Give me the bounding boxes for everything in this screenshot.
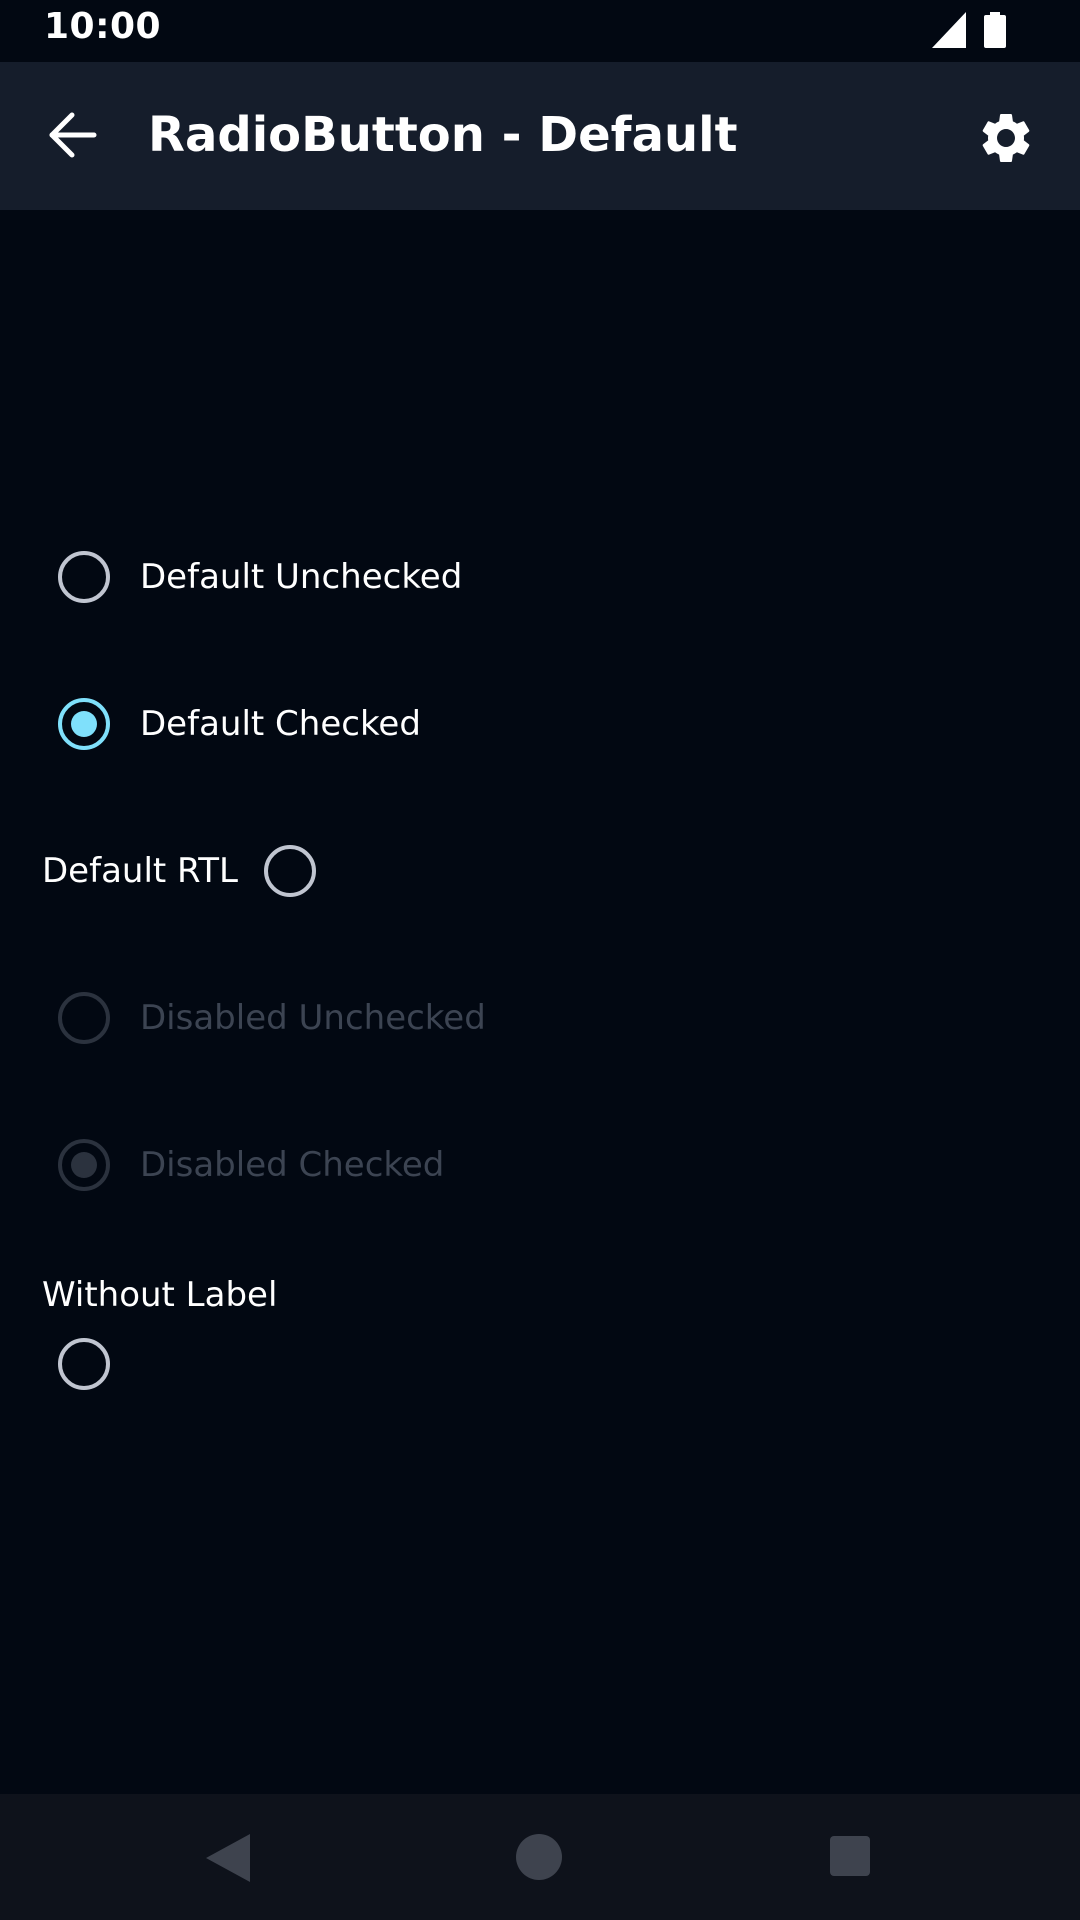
radio-button[interactable] <box>58 1338 110 1390</box>
radio-button-disabled-checked <box>58 1139 110 1191</box>
radio-default-unchecked[interactable]: Default Unchecked <box>58 537 462 617</box>
radio-label: Default Checked <box>140 704 421 744</box>
radio-default-rtl[interactable]: Default RTL <box>42 831 316 911</box>
radio-button[interactable] <box>58 551 110 603</box>
signal-icon <box>932 12 966 48</box>
radio-button[interactable] <box>263 845 316 897</box>
page-title: RadioButton - Default <box>148 107 738 163</box>
nav-back-icon[interactable] <box>206 1834 250 1882</box>
radio-dot <box>71 711 97 737</box>
status-time: 10:00 <box>44 6 162 47</box>
radio-button-checked[interactable] <box>58 698 110 750</box>
radio-default-checked[interactable]: Default Checked <box>58 684 421 764</box>
battery-icon <box>984 12 1006 48</box>
app-bar: RadioButton - Default <box>0 62 1080 210</box>
radio-label: Disabled Unchecked <box>140 998 486 1038</box>
nav-home-icon[interactable] <box>516 1834 562 1880</box>
arrow-back-icon[interactable] <box>46 108 100 162</box>
radio-label: Default Unchecked <box>140 557 463 597</box>
radio-without-label[interactable] <box>58 1324 110 1404</box>
section-title-without-label: Without Label <box>42 1275 278 1315</box>
gear-icon[interactable] <box>976 108 1036 168</box>
nav-recents-icon[interactable] <box>830 1836 870 1876</box>
navigation-bar <box>0 1794 1080 1920</box>
radio-label: Default RTL <box>42 851 238 891</box>
status-bar: 10:00 <box>0 0 1080 62</box>
radio-button-disabled <box>58 992 110 1044</box>
screen: 10:00 RadioButton - Default Default Unch… <box>0 0 1080 1920</box>
radio-label: Disabled Checked <box>140 1145 445 1185</box>
radio-disabled-unchecked: Disabled Unchecked <box>58 978 486 1058</box>
radio-dot <box>71 1152 97 1178</box>
radio-disabled-checked: Disabled Checked <box>58 1125 444 1205</box>
